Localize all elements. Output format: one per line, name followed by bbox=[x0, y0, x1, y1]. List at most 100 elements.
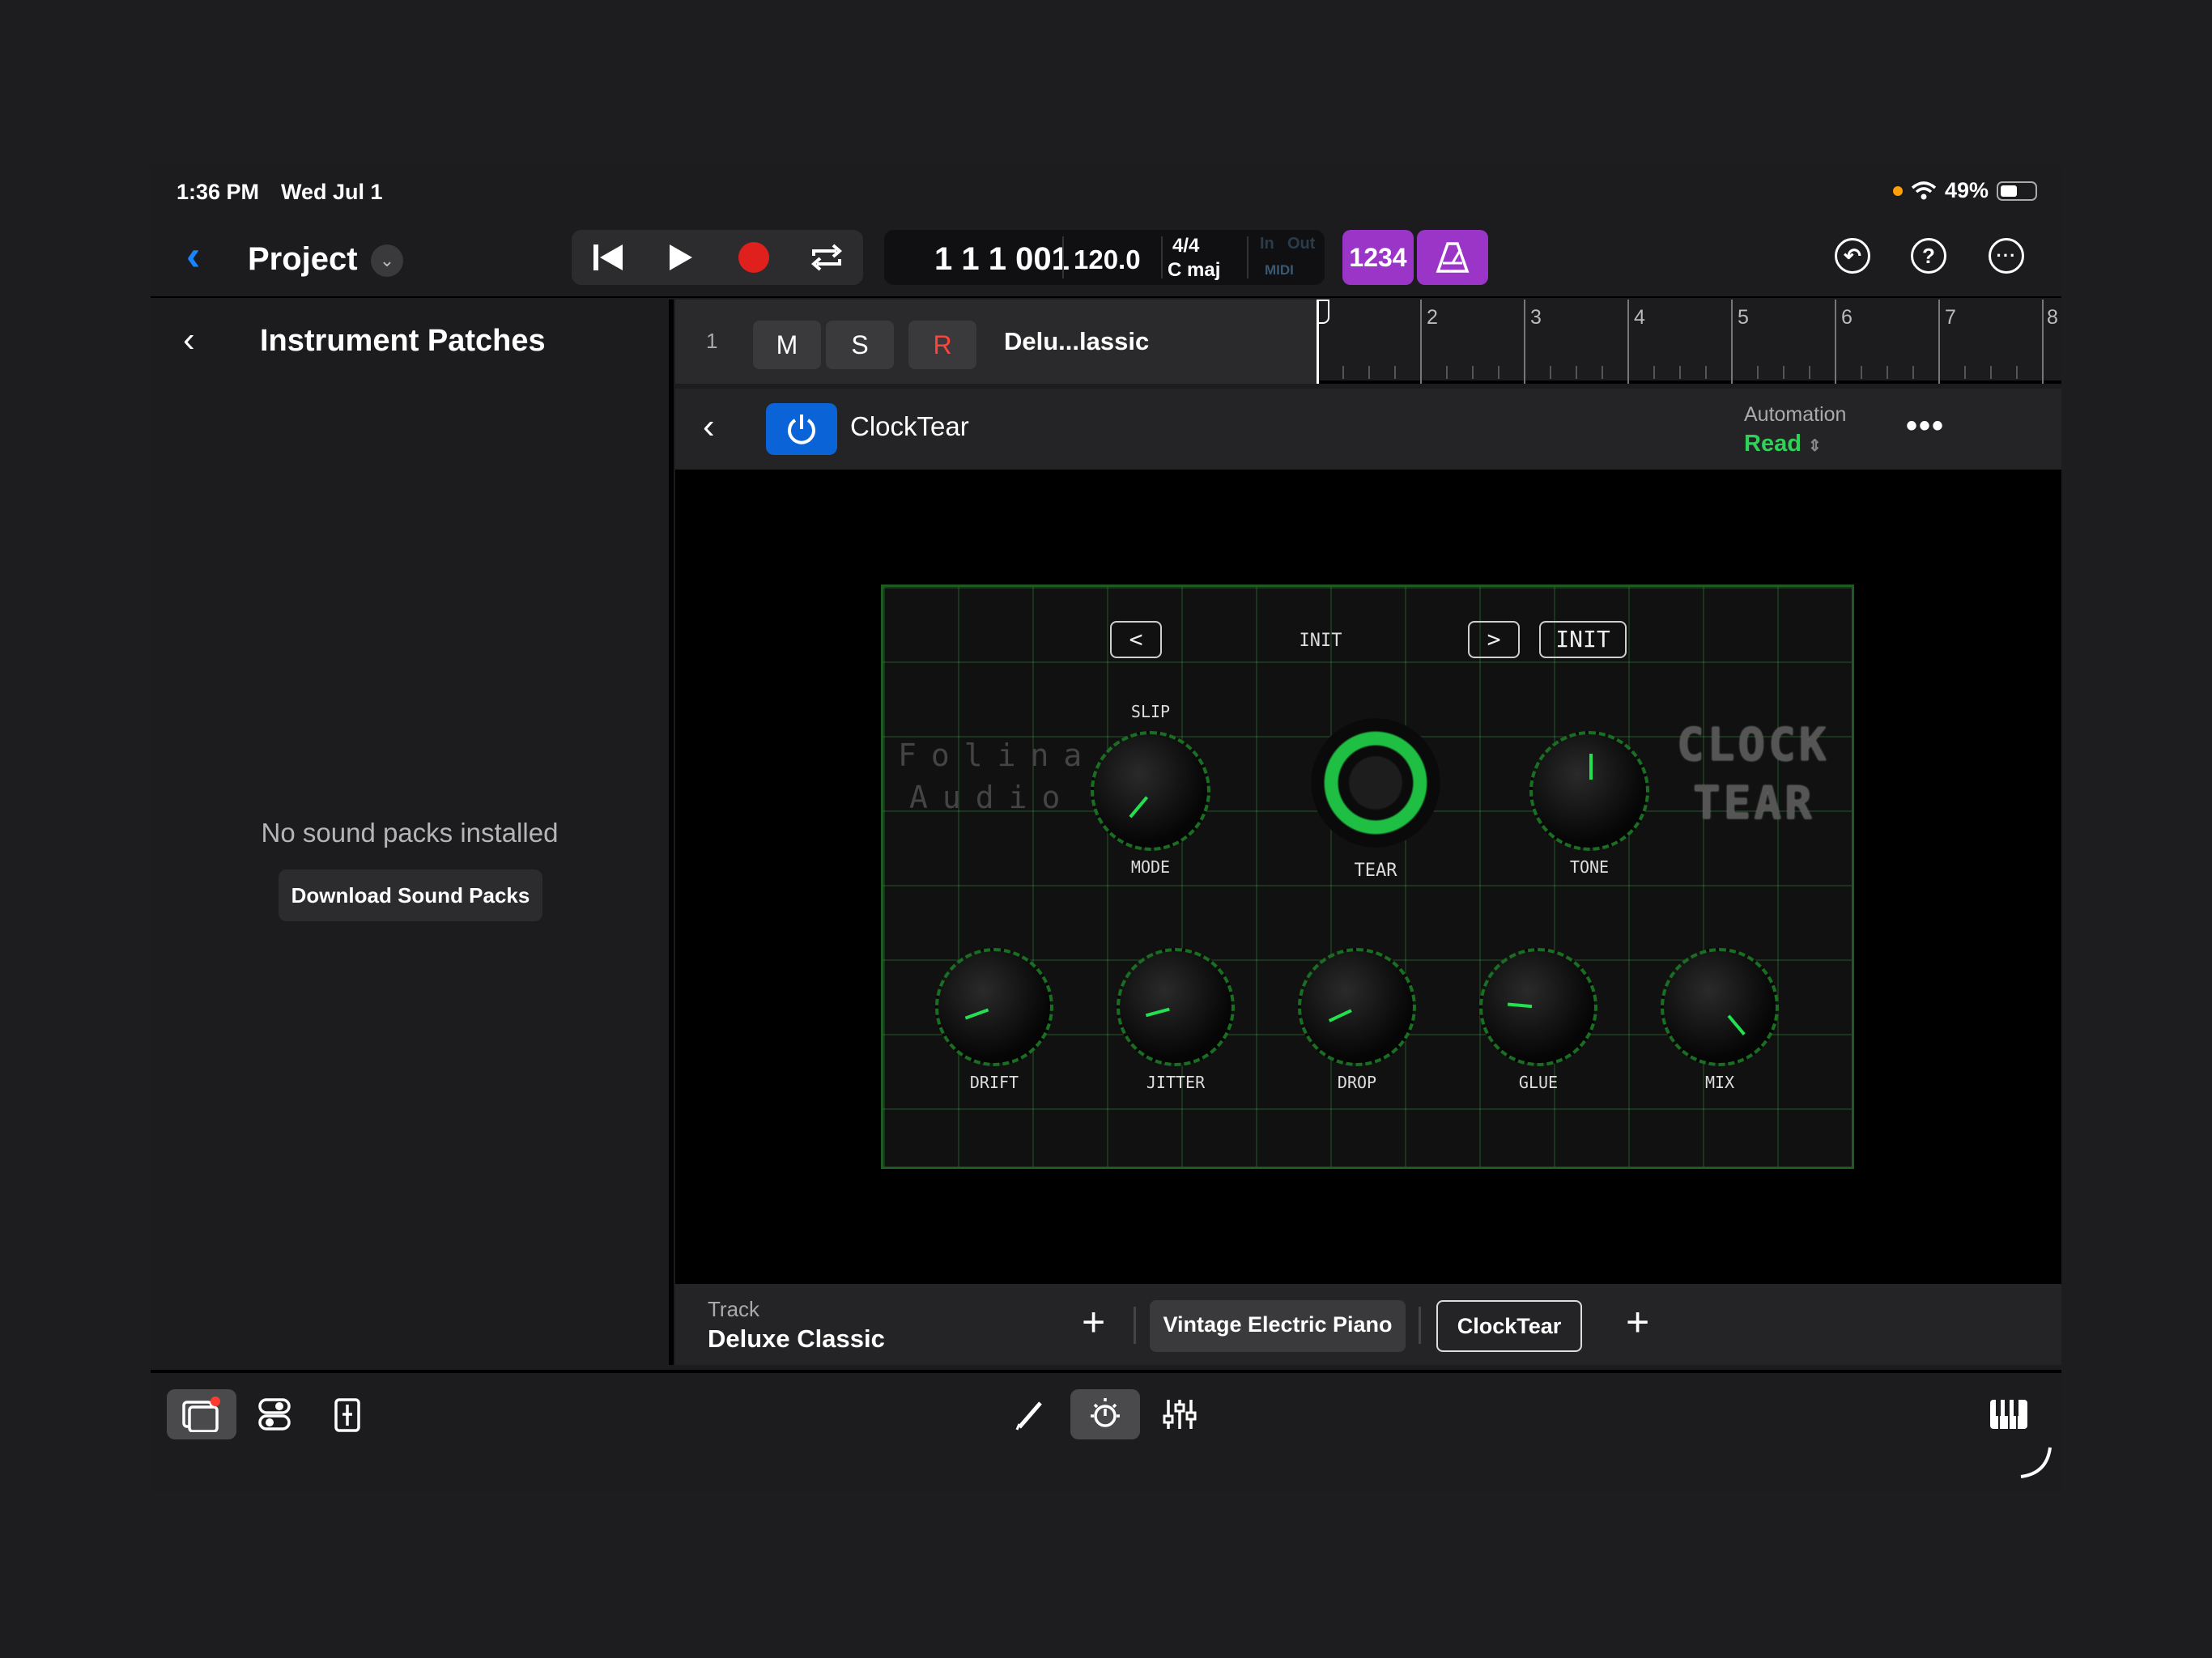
mixer-icon bbox=[1163, 1400, 1197, 1429]
project-title[interactable]: Project bbox=[248, 241, 358, 278]
track-number: 1 bbox=[706, 329, 718, 353]
instrument-patches-panel: ‹ Instrument Patches No sound packs inst… bbox=[151, 300, 669, 1365]
play-button[interactable] bbox=[644, 230, 717, 285]
tone-knob[interactable] bbox=[1529, 731, 1649, 851]
drop-knob[interactable] bbox=[1298, 948, 1416, 1066]
mix-knob[interactable] bbox=[1661, 948, 1779, 1066]
jitter-label: JITTER bbox=[1146, 1073, 1206, 1092]
separator bbox=[1419, 1307, 1421, 1344]
lcd-display[interactable]: 1 1 1 001 120.0 4/4 C maj In Out MIDI bbox=[884, 230, 1325, 285]
brand-logo: Folina Audio bbox=[898, 734, 1096, 818]
back-chevron-icon[interactable]: ‹ bbox=[186, 235, 200, 277]
count-in-button[interactable]: 1234 bbox=[1342, 230, 1414, 285]
track-name-bottom[interactable]: Deluxe Classic bbox=[708, 1324, 885, 1354]
bar-line bbox=[1835, 300, 1836, 384]
bar-line bbox=[1938, 300, 1940, 384]
mixer-button[interactable] bbox=[1145, 1389, 1214, 1439]
ruler-tick bbox=[1394, 366, 1396, 379]
bottom-toolbar bbox=[151, 1370, 2061, 1491]
ruler-tick bbox=[1912, 366, 1914, 379]
resize-corner-icon[interactable] bbox=[2018, 1444, 2053, 1480]
record-enable-button[interactable]: R bbox=[908, 321, 976, 369]
preset-next-button[interactable]: > bbox=[1468, 621, 1520, 658]
glue-knob[interactable] bbox=[1479, 948, 1597, 1066]
automation-mode-select[interactable]: Read ⇕ bbox=[1744, 431, 1822, 457]
track-label: Track bbox=[708, 1297, 760, 1321]
more-options-icon[interactable]: ··· bbox=[1989, 238, 2024, 274]
bar-line bbox=[1627, 300, 1629, 384]
ruler-tick bbox=[1550, 366, 1551, 379]
bar-number: 8 bbox=[2047, 306, 2058, 329]
cycle-button[interactable] bbox=[790, 230, 863, 285]
ruler-tick bbox=[2016, 366, 2018, 379]
clocktear-plugin-ui: < INIT > INIT Folina Audio CLOCK TEAR SLIP… bbox=[881, 585, 1854, 1169]
playhead-line bbox=[1317, 300, 1319, 384]
bar-number: 4 bbox=[1634, 306, 1645, 329]
jitter-knob[interactable] bbox=[1117, 948, 1235, 1066]
record-button[interactable] bbox=[717, 230, 790, 285]
track-header[interactable]: 1 M S R Delu...lassic bbox=[675, 300, 1461, 384]
bar-line bbox=[2042, 300, 2044, 384]
bar-line bbox=[1731, 300, 1733, 384]
cycle-icon bbox=[810, 244, 843, 271]
download-sound-packs-button[interactable]: Download Sound Packs bbox=[279, 869, 542, 921]
preset-prev-button[interactable]: < bbox=[1110, 621, 1162, 658]
mute-button[interactable]: M bbox=[753, 321, 821, 369]
plugins-button[interactable] bbox=[1070, 1389, 1140, 1439]
lcd-tempo: 120.0 bbox=[1074, 244, 1141, 274]
power-icon bbox=[788, 414, 815, 444]
track-controls-button[interactable] bbox=[240, 1389, 309, 1439]
timeline-ruler[interactable]: 2 3 4 5 6 7 8 bbox=[1317, 300, 2061, 384]
ruler-tick bbox=[1498, 366, 1499, 379]
ruler-tick bbox=[1705, 366, 1707, 379]
plugin-name: ClockTear bbox=[850, 411, 969, 441]
init-button[interactable]: INIT bbox=[1539, 621, 1627, 658]
sidebar-back-icon[interactable]: ‹ bbox=[183, 322, 195, 358]
add-plugin-icon[interactable]: + bbox=[1082, 1302, 1105, 1342]
add-effect-icon[interactable]: + bbox=[1626, 1302, 1649, 1342]
effect-slot[interactable]: ClockTear bbox=[1436, 1300, 1582, 1352]
ruler-tick bbox=[1446, 366, 1448, 379]
empty-message: No sound packs installed bbox=[261, 818, 559, 848]
plugin-chain-bar: Track Deluxe Classic + Vintage Electric … bbox=[675, 1282, 2061, 1365]
plugin-back-icon[interactable]: ‹ bbox=[703, 406, 715, 447]
automation-mode-value: Read bbox=[1744, 431, 1802, 457]
ruler-tick bbox=[1757, 366, 1759, 379]
lcd-key: C maj bbox=[1168, 259, 1221, 281]
ruler-tick bbox=[1368, 366, 1370, 379]
control-bar: ‹ Project ⌄ 1 1 1 001 120.0 4/4 C maj In… bbox=[151, 217, 2061, 298]
brand-line-1: Folina bbox=[898, 738, 1097, 773]
undo-icon[interactable]: ↶ bbox=[1835, 238, 1870, 274]
plugin-power-button[interactable] bbox=[766, 403, 837, 455]
metronome-button[interactable] bbox=[1417, 230, 1488, 285]
panel-divider[interactable] bbox=[669, 300, 674, 1365]
browser-icon bbox=[182, 1397, 220, 1432]
plugin-more-icon[interactable]: ••• bbox=[1906, 408, 1945, 444]
transport-controls bbox=[572, 230, 863, 285]
solo-button[interactable]: S bbox=[826, 321, 894, 369]
status-time: 1:36 PM bbox=[177, 180, 260, 204]
drift-knob[interactable] bbox=[935, 948, 1053, 1066]
chevron-down-icon[interactable]: ⌄ bbox=[371, 244, 403, 277]
wifi-icon bbox=[1911, 181, 1937, 199]
browser-button[interactable] bbox=[167, 1389, 236, 1439]
rewind-button[interactable] bbox=[572, 230, 644, 285]
preset-name: INIT bbox=[1299, 631, 1342, 651]
edit-pencil-button[interactable] bbox=[996, 1389, 1066, 1439]
instrument-slot[interactable]: Vintage Electric Piano bbox=[1150, 1300, 1406, 1352]
help-icon[interactable]: ? bbox=[1911, 238, 1946, 274]
title-line-2: TEAR bbox=[1693, 777, 1815, 830]
mode-knob[interactable] bbox=[1091, 731, 1210, 851]
title-line-1: CLOCK bbox=[1677, 719, 1830, 772]
bar-number: 5 bbox=[1738, 306, 1749, 329]
tear-knob[interactable] bbox=[1311, 718, 1440, 848]
track-name: Delu...lassic bbox=[1004, 327, 1150, 355]
glue-label: GLUE bbox=[1518, 1073, 1559, 1092]
ruler-tick bbox=[1990, 366, 1992, 379]
ruler-tick bbox=[1602, 366, 1603, 379]
keyboard-button[interactable] bbox=[1974, 1389, 2044, 1439]
inspector-button[interactable] bbox=[313, 1389, 382, 1439]
plugin-view: < INIT > INIT Folina Audio CLOCK TEAR SLIP… bbox=[675, 470, 2061, 1282]
lcd-divider bbox=[1062, 236, 1064, 278]
lcd-divider bbox=[1247, 236, 1249, 278]
